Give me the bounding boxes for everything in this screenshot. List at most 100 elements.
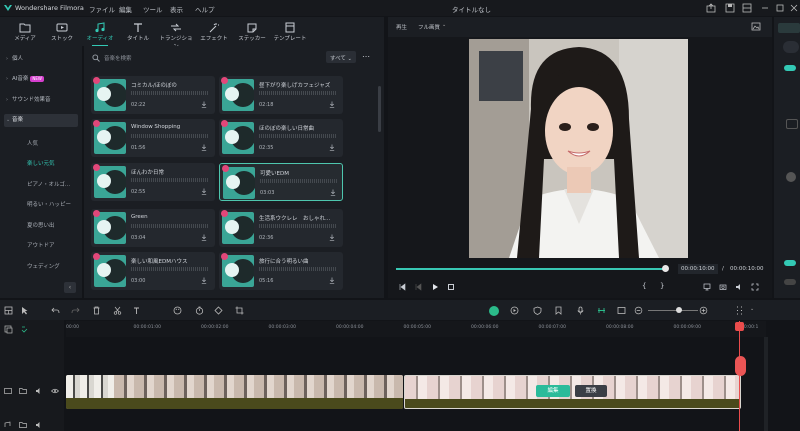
microphone-icon[interactable] [576, 306, 585, 315]
stop-icon[interactable] [447, 283, 455, 291]
audio-mixer-icon[interactable] [597, 306, 606, 315]
select-arrow-icon[interactable] [20, 306, 29, 315]
minimize-icon[interactable] [760, 3, 770, 13]
tab-stickers[interactable]: ステッカー [234, 20, 270, 45]
tab-templates[interactable]: テンプレート [272, 20, 308, 45]
property-pill[interactable] [783, 41, 799, 53]
camera-icon[interactable] [719, 283, 727, 291]
audio-icon[interactable] [735, 283, 743, 291]
eye-icon[interactable] [51, 387, 59, 395]
nav-sub-popular[interactable]: 人気 [27, 139, 38, 147]
download-icon[interactable] [201, 101, 207, 108]
property-tab[interactable] [778, 23, 800, 33]
playhead-handle[interactable] [735, 322, 744, 331]
music-track-card[interactable]: ほのぼの楽しい日常曲 02:35 [219, 119, 343, 157]
crop-icon[interactable] [235, 306, 244, 315]
folder-icon[interactable] [19, 421, 27, 429]
download-icon[interactable] [329, 101, 335, 108]
download-icon[interactable] [329, 144, 335, 151]
tab-transitions[interactable]: トランジション [158, 20, 194, 50]
music-track-card[interactable]: Window Shopping 01:56 [91, 119, 215, 157]
menu-file[interactable]: ファイル [89, 4, 115, 14]
marker-icon[interactable] [554, 306, 563, 315]
toggle-switch[interactable] [784, 260, 796, 266]
download-icon[interactable] [201, 188, 207, 195]
nav-item-ai-music[interactable]: › AI音楽 NEW [4, 73, 78, 86]
music-scrollbar[interactable] [378, 86, 381, 132]
music-track-card[interactable]: Green 03:04 [91, 209, 215, 247]
cut-icon[interactable] [113, 306, 122, 315]
text-edit-icon[interactable] [133, 306, 142, 315]
nav-item-music[interactable]: ⌄ 音楽 [4, 114, 78, 127]
menu-view[interactable]: 表示 [170, 4, 183, 14]
snapshot-icon[interactable] [751, 22, 761, 31]
playhead-split-marker[interactable] [735, 356, 746, 376]
add-track-icon[interactable] [4, 325, 13, 334]
mark-out-icon[interactable]: } [660, 282, 664, 290]
music-track-card[interactable]: 昼下がり楽しげカフェジャズ 02:18 [219, 76, 343, 114]
nav-item-sound-effects[interactable]: › サウンド効果音 [4, 94, 78, 107]
music-track-card[interactable]: ほんわか日常 02:55 [91, 163, 215, 201]
maximize-icon[interactable] [775, 3, 785, 13]
render-icon[interactable] [510, 306, 519, 315]
play-icon[interactable] [431, 283, 439, 291]
zoom-in-icon[interactable] [699, 306, 708, 315]
download-icon[interactable] [329, 234, 335, 241]
nav-item-personal[interactable]: › 個人 [4, 53, 78, 66]
redo-icon[interactable] [71, 306, 80, 315]
folder-icon[interactable] [19, 387, 27, 395]
undo-icon[interactable] [51, 306, 60, 315]
clip-edit-button[interactable]: 編集 [536, 385, 570, 397]
music-track-card[interactable]: 可愛いEDM 03:03 [219, 163, 343, 201]
zoom-slider[interactable] [648, 310, 698, 311]
more-options-icon[interactable]: ⋯ [362, 52, 370, 61]
share-icon[interactable] [706, 3, 716, 13]
reverse-play-icon[interactable] [415, 283, 423, 291]
tab-titles[interactable]: タイトル [120, 20, 156, 45]
menu-tools[interactable]: ツール [143, 4, 163, 14]
music-track-card[interactable]: 生活系ウクレレ おしゃれ... 02:36 [219, 209, 343, 247]
music-track-card[interactable]: 旅行に合う明るい曲 05:16 [219, 252, 343, 290]
download-icon[interactable] [330, 189, 336, 196]
rotate-dial[interactable] [786, 172, 796, 182]
playhead[interactable] [739, 321, 740, 431]
menu-help[interactable]: ヘルプ [195, 4, 215, 14]
snapshot-frame-icon[interactable] [617, 306, 626, 315]
lock-icon[interactable] [786, 119, 798, 129]
nav-sub-summer[interactable]: 夏の思い出 [27, 221, 55, 229]
clip-replace-button[interactable]: 置換 [575, 385, 607, 397]
save-icon[interactable] [725, 3, 735, 13]
color-palette-icon[interactable] [173, 306, 182, 315]
zoom-out-icon[interactable] [634, 306, 643, 315]
previous-frame-icon[interactable] [398, 283, 406, 291]
fullscreen-icon[interactable] [751, 283, 759, 291]
mark-in-icon[interactable]: { [642, 282, 646, 290]
toggle-switch[interactable] [784, 279, 796, 285]
nav-sub-wedding[interactable]: ウェディング [27, 262, 60, 270]
speed-timer-icon[interactable] [195, 306, 204, 315]
zoom-slider-handle[interactable] [676, 307, 682, 313]
nav-sub-fun-energetic[interactable]: 楽しい元気 [27, 159, 55, 167]
menu-edit[interactable]: 編集 [119, 4, 132, 14]
keyframe-icon[interactable] [214, 306, 223, 315]
delete-icon[interactable] [92, 306, 101, 315]
link-icon[interactable] [20, 325, 29, 334]
search-input[interactable]: 音楽を検索 [104, 54, 132, 62]
music-search[interactable]: 音楽を検索 [88, 51, 324, 64]
preview-progress-bar[interactable] [396, 268, 666, 270]
nav-sub-outdoor[interactable]: アウトドア [27, 241, 55, 249]
download-icon[interactable] [329, 277, 335, 284]
music-track-card[interactable]: コミカル/ほのぼの 02:22 [91, 76, 215, 114]
video-clip-2[interactable] [404, 375, 741, 409]
close-icon[interactable] [789, 3, 799, 13]
ai-assist-icon[interactable] [489, 306, 499, 316]
tab-audio[interactable]: オーディオ [82, 20, 118, 46]
toggle-switch[interactable] [784, 65, 796, 71]
tab-media[interactable]: メディア [7, 20, 43, 45]
quality-select[interactable]: フル画質 [418, 23, 440, 31]
collapse-nav-button[interactable]: ‹ [64, 282, 76, 293]
video-clip-1[interactable] [66, 375, 403, 409]
layout-icon[interactable] [742, 3, 752, 13]
nav-sub-piano[interactable]: ピアノ・オルゴ... [27, 180, 70, 188]
chevron-down-icon[interactable]: ⌄ [750, 306, 754, 312]
